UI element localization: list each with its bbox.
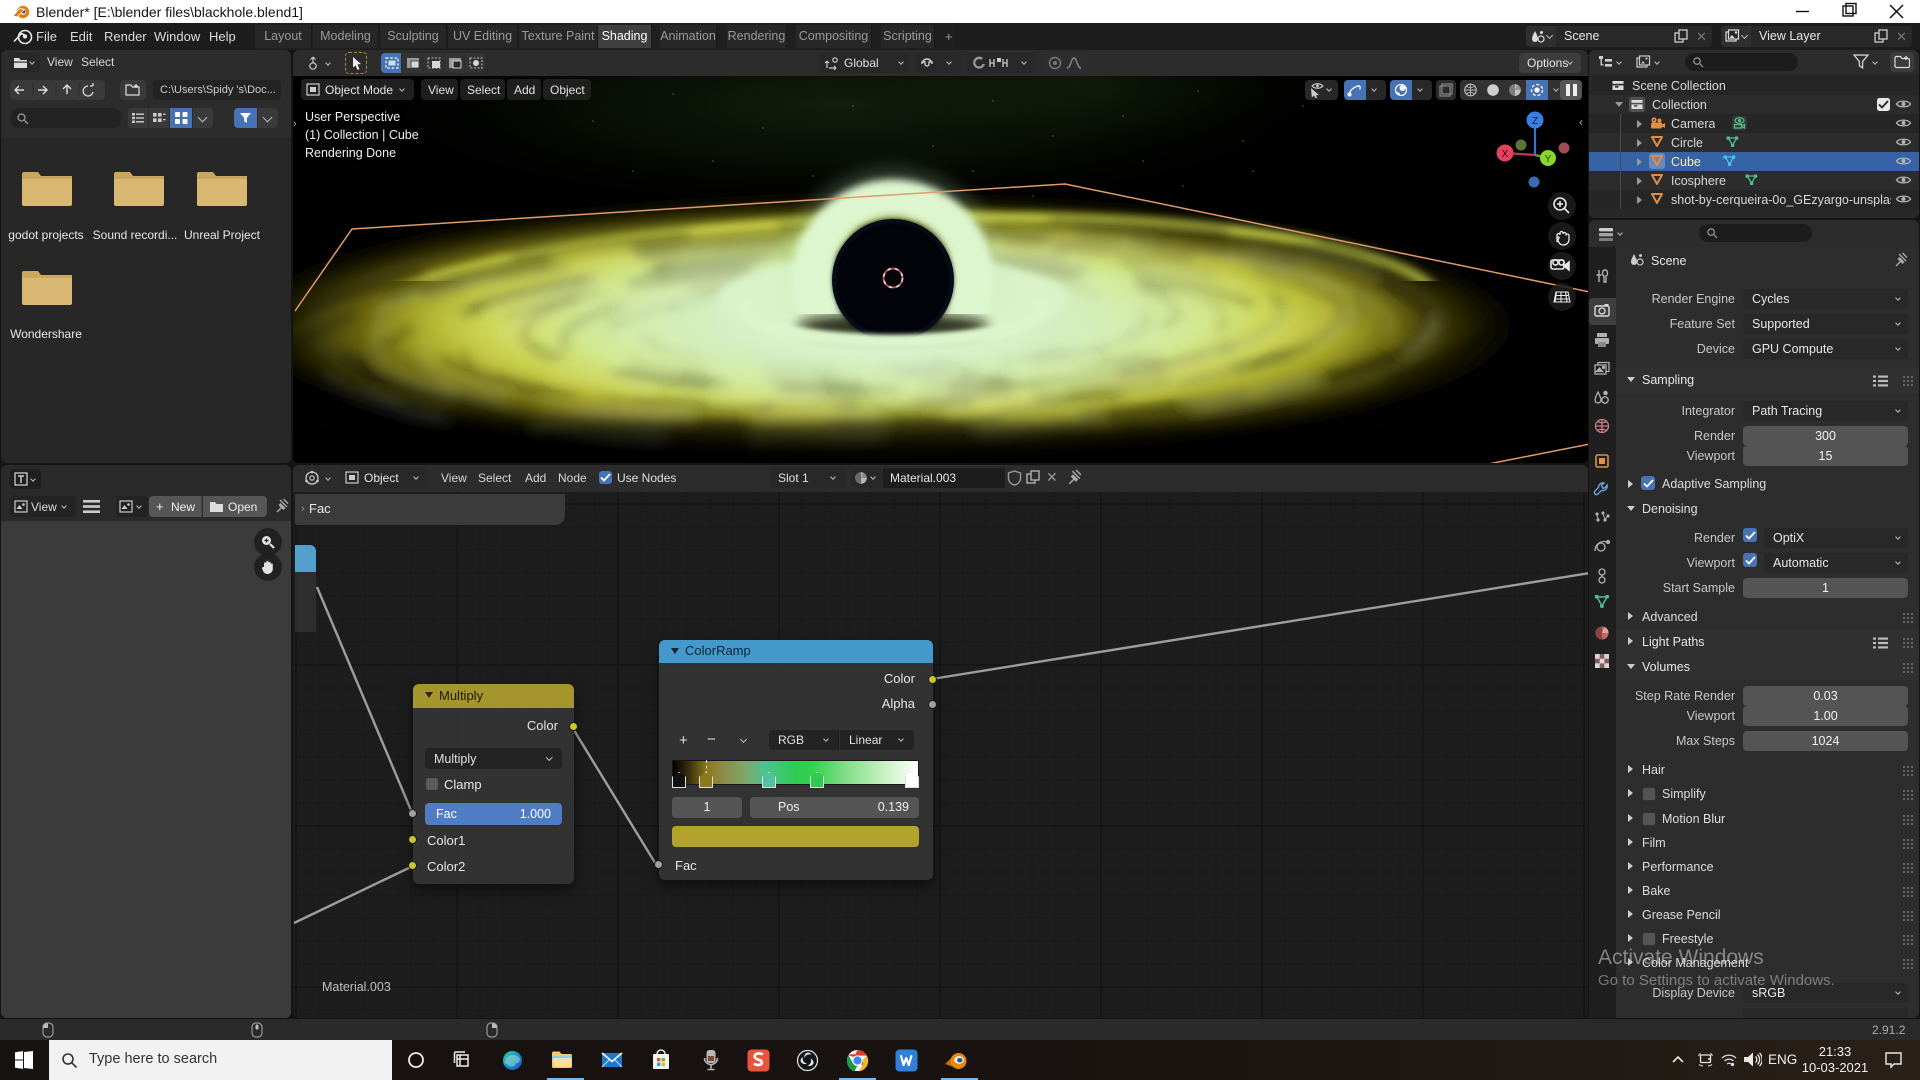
svg-text:Y: Y: [1545, 154, 1552, 165]
svg-text:Z: Z: [1532, 116, 1538, 127]
svg-text:X: X: [1502, 149, 1509, 160]
svg-text:‹: ‹: [1579, 115, 1583, 129]
